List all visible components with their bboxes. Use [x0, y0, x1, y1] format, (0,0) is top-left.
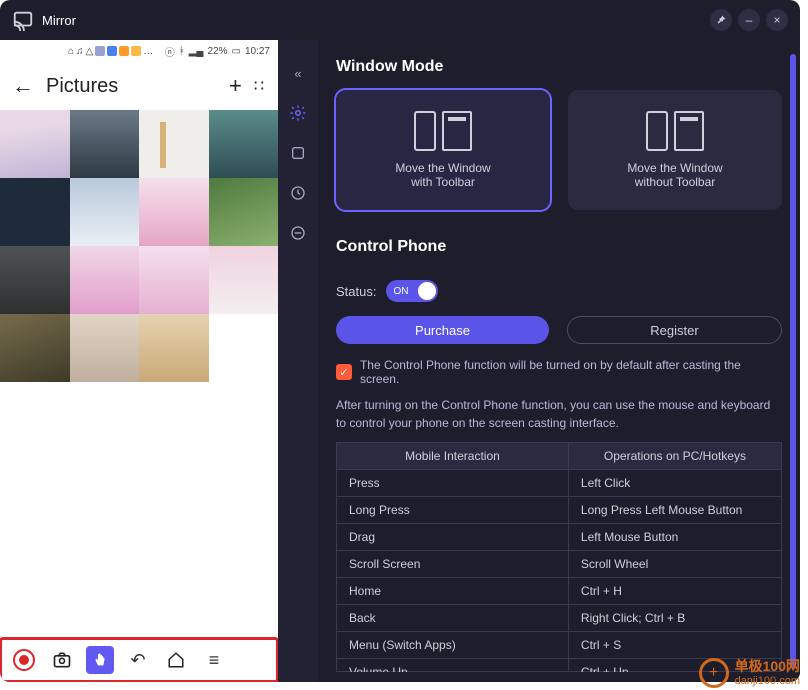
status-label: Status: [336, 284, 376, 299]
status-app-icons: ⌂♫△ … [68, 46, 153, 57]
mobile-cell: Scroll Screen [337, 551, 569, 578]
table-row: BackRight Click; Ctrl + B [337, 605, 781, 632]
mobile-cell: Drag [337, 524, 569, 551]
table-row: PressLeft Click [337, 470, 781, 497]
photo-thumb[interactable] [139, 314, 209, 382]
photo-thumb[interactable] [139, 110, 209, 178]
minimize-button[interactable]: – [738, 9, 760, 31]
side-toolbar: « [278, 40, 318, 682]
photo-thumb[interactable] [70, 246, 140, 314]
clock: 10:27 [245, 46, 270, 57]
close-button[interactable]: × [766, 9, 788, 31]
phone-gallery-header: ← Pictures + ∷ [0, 62, 278, 110]
register-button[interactable]: Register [567, 316, 782, 344]
scrollbar[interactable] [790, 54, 796, 668]
back-button[interactable]: ↶ [124, 646, 152, 674]
app-logo: Mirror [12, 9, 76, 31]
battery-percent: 22% [208, 46, 228, 57]
app-title: Mirror [42, 13, 76, 28]
table-row: Long PressLong Press Left Mouse Button [337, 497, 781, 524]
phone-control-toolbar: ↶ ≡ [0, 638, 278, 682]
snip-tab[interactable] [285, 140, 311, 166]
pc-cell: Ctrl + H [569, 578, 781, 605]
settings-tab[interactable] [285, 100, 311, 126]
gallery-title: Pictures [46, 75, 118, 98]
purchase-button[interactable]: Purchase [336, 316, 549, 344]
history-tab[interactable] [285, 180, 311, 206]
mobile-cell: Back [337, 605, 569, 632]
table-row: Scroll ScreenScroll Wheel [337, 551, 781, 578]
photo-thumb[interactable] [139, 246, 209, 314]
photo-thumb[interactable] [0, 110, 70, 178]
mode-without-toolbar-icon [646, 111, 704, 151]
photo-thumb[interactable] [209, 110, 279, 178]
table-header-mobile: Mobile Interaction [337, 443, 569, 470]
phone-mirror-panel: ⌂♫△ … ⓝ ᚼ ▂▄ 22% ▭ 10:27 ← Pictures + ∷ [0, 40, 278, 682]
photo-thumb[interactable] [139, 178, 209, 246]
photo-thumb[interactable] [209, 178, 279, 246]
signal-icon: ▂▄ [189, 46, 204, 57]
checkbox-label: The Control Phone function will be turne… [360, 358, 782, 386]
mode-with-toolbar[interactable]: Move the Windowwith Toolbar [336, 90, 550, 210]
menu-button[interactable]: ≡ [200, 646, 228, 674]
grid-toggle-icon[interactable]: ∷ [254, 76, 266, 96]
control-phone-heading: Control Phone [336, 238, 782, 256]
pc-cell: Right Click; Ctrl + B [569, 605, 781, 632]
back-arrow-icon[interactable]: ← [12, 73, 34, 99]
mobile-cell: Press [337, 470, 569, 497]
photo-thumb[interactable] [0, 246, 70, 314]
pc-cell: Left Click [569, 470, 781, 497]
photo-thumb[interactable] [70, 178, 140, 246]
default-on-checkbox[interactable]: ✓ [336, 364, 352, 380]
mobile-cell: Home [337, 578, 569, 605]
control-description: After turning on the Control Phone funct… [336, 396, 782, 432]
photo-grid[interactable] [0, 110, 278, 510]
hotkey-table: Mobile Interaction Operations on PC/Hotk… [336, 442, 782, 672]
photo-thumb[interactable] [0, 314, 70, 382]
collapse-panel-button[interactable]: « [285, 60, 311, 86]
mobile-cell: Volume Up [337, 659, 569, 672]
record-button[interactable] [10, 646, 38, 674]
pc-cell: Long Press Left Mouse Button [569, 497, 781, 524]
screenshot-button[interactable] [48, 646, 76, 674]
nfc-icon: ⓝ [165, 44, 175, 59]
photo-thumb[interactable] [209, 246, 279, 314]
mobile-cell: Menu (Switch Apps) [337, 632, 569, 659]
pin-button[interactable] [710, 9, 732, 31]
status-toggle[interactable]: ON [386, 280, 438, 302]
home-button[interactable] [162, 646, 190, 674]
watermark-icon: + [699, 658, 729, 688]
photo-thumb[interactable] [70, 110, 140, 178]
battery-icon: ▭ [232, 46, 241, 57]
settings-panel: Window Mode Move the Windowwith Toolbar … [318, 40, 800, 682]
mode-without-toolbar[interactable]: Move the Windowwithout Toolbar [568, 90, 782, 210]
table-row: Menu (Switch Apps)Ctrl + S [337, 632, 781, 659]
add-icon[interactable]: + [229, 73, 242, 99]
pc-cell: Ctrl + S [569, 632, 781, 659]
contrast-tab[interactable] [285, 220, 311, 246]
titlebar: Mirror – × [0, 0, 800, 40]
pointer-button[interactable] [86, 646, 114, 674]
photo-thumb[interactable] [0, 178, 70, 246]
table-row: DragLeft Mouse Button [337, 524, 781, 551]
bluetooth-icon: ᚼ [179, 46, 185, 57]
app-window: Mirror – × ⌂♫△ … ⓝ ᚼ ▂▄ 22% ▭ 10:27 [0, 0, 800, 682]
pc-cell: Left Mouse Button [569, 524, 781, 551]
mobile-cell: Long Press [337, 497, 569, 524]
watermark: + 单极100网 danji100.com [699, 658, 800, 688]
cast-icon [12, 9, 34, 31]
photo-thumb[interactable] [70, 314, 140, 382]
window-mode-heading: Window Mode [336, 58, 782, 76]
pc-cell: Scroll Wheel [569, 551, 781, 578]
table-row: HomeCtrl + H [337, 578, 781, 605]
phone-status-bar: ⌂♫△ … ⓝ ᚼ ▂▄ 22% ▭ 10:27 [0, 40, 278, 62]
mode-with-toolbar-icon [414, 111, 472, 151]
table-header-pc: Operations on PC/Hotkeys [569, 443, 781, 470]
